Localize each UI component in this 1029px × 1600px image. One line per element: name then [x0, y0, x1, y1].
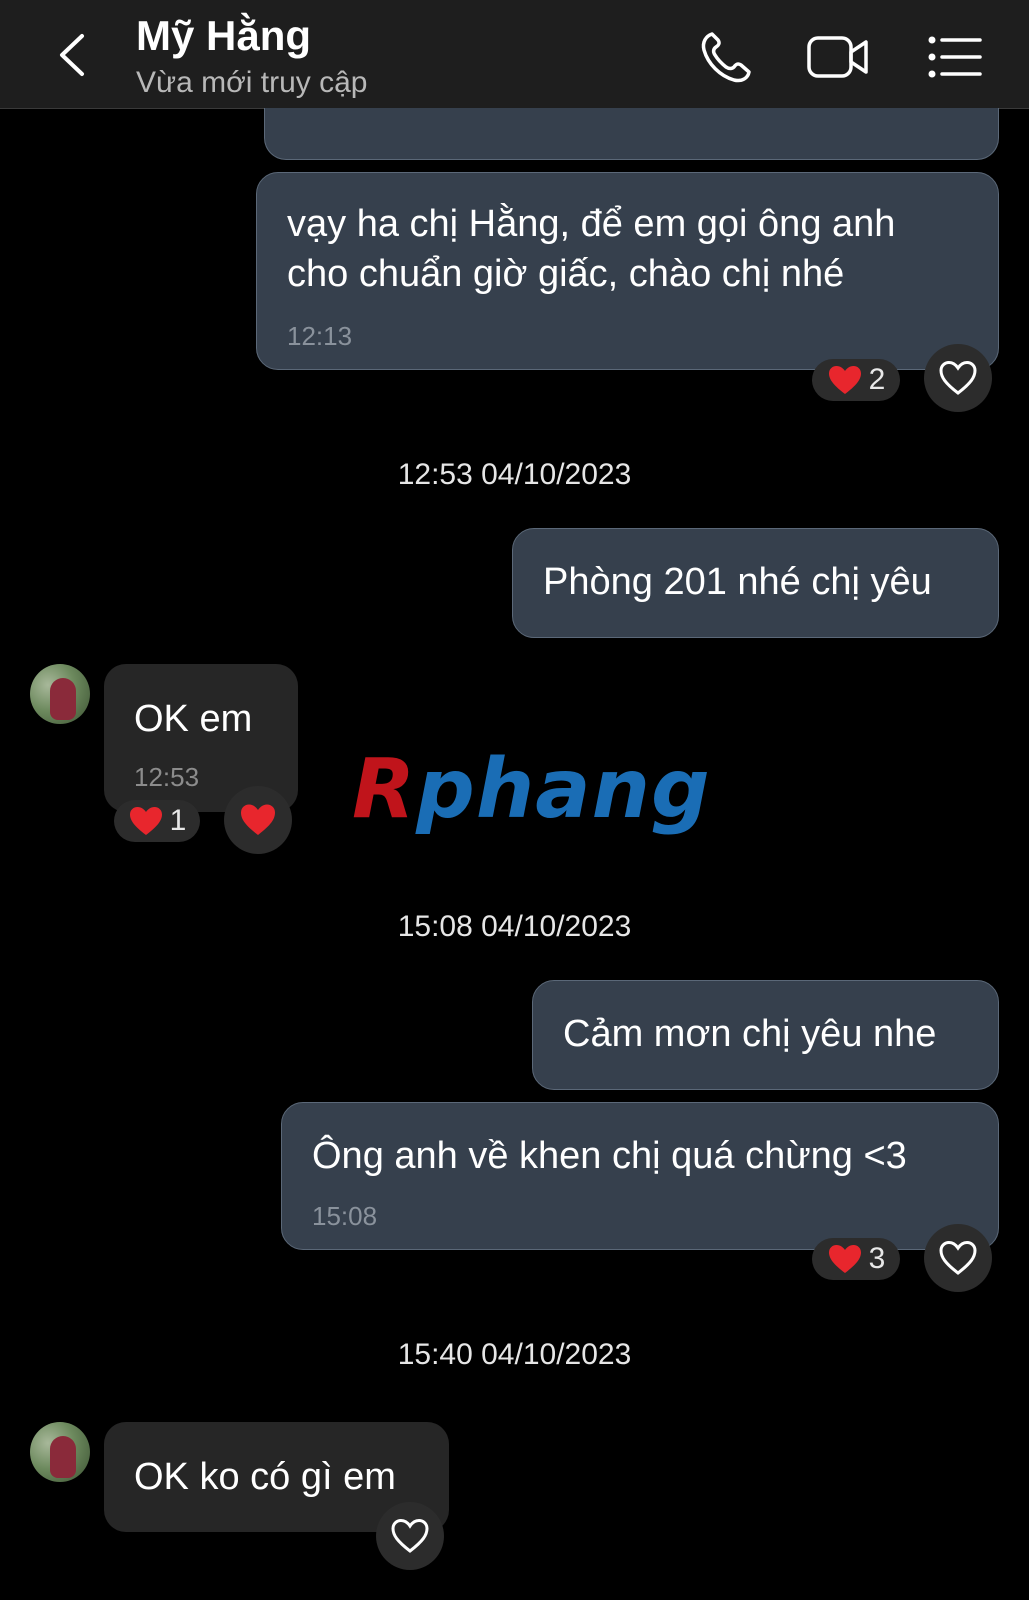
back-arrow-icon[interactable] [52, 30, 92, 80]
heart-icon [828, 1245, 861, 1273]
heart-icon [129, 807, 162, 835]
menu-list-icon[interactable] [926, 26, 984, 88]
message-bubble-outgoing[interactable]: Ông anh về khen chị quá chừng <3 15:08 [281, 1102, 999, 1250]
video-call-icon[interactable] [806, 26, 870, 88]
contact-name[interactable]: Mỹ Hằng [136, 12, 311, 60]
watermark-logo: Rphang [352, 742, 711, 837]
chat-header: Mỹ Hằng Vừa mới truy cập [0, 0, 1029, 109]
avatar[interactable] [30, 664, 90, 724]
add-reaction-button[interactable] [924, 344, 992, 412]
message-text: Ông anh về khen chị quá chừng <3 [312, 1135, 907, 1177]
heart-outline-icon [939, 1240, 977, 1275]
heart-icon [828, 366, 861, 394]
message-bubble-previous[interactable] [264, 108, 999, 160]
reaction-count: 3 [868, 1242, 886, 1275]
add-reaction-button[interactable] [376, 1502, 444, 1570]
phone-call-icon[interactable] [694, 26, 756, 88]
message-text: OK em [134, 698, 253, 740]
contact-status: Vừa mới truy cập [136, 66, 368, 99]
date-separator: 15:40 04/10/2023 [397, 1338, 632, 1371]
message-text: Cảm mơn chị yêu nhe [563, 1013, 937, 1055]
message-time: 12:53 [134, 762, 200, 792]
date-separator: 15:08 04/10/2023 [397, 910, 632, 943]
avatar[interactable] [30, 1422, 90, 1482]
reaction-count: 2 [868, 363, 886, 396]
add-reaction-button[interactable] [924, 1224, 992, 1292]
message-text: cho chuẩn giờ giấc, chào chị nhé [287, 253, 845, 295]
reaction-count-pill[interactable]: 3 [812, 1238, 900, 1280]
message-time: 15:08 [312, 1201, 378, 1231]
message-time: 12:13 [287, 321, 353, 351]
reaction-count-pill[interactable]: 1 [114, 800, 200, 842]
heart-outline-icon [939, 360, 977, 395]
reaction-count: 1 [169, 804, 187, 837]
message-text: Phòng 201 nhé chị yêu [543, 561, 932, 603]
message-text: OK ko có gì em [134, 1456, 396, 1498]
message-bubble-outgoing[interactable]: Cảm mơn chị yêu nhe [532, 980, 999, 1090]
heart-outline-icon [391, 1518, 429, 1553]
my-reaction-button[interactable] [224, 786, 292, 854]
watermark-part1: R [352, 742, 417, 837]
message-bubble-outgoing[interactable]: vạy ha chị Hằng, để em gọi ông anh cho c… [256, 172, 999, 370]
message-text: vạy ha chị Hằng, để em gọi ông anh [287, 203, 896, 245]
heart-icon [241, 804, 275, 835]
watermark-part2: phang [416, 742, 711, 837]
reaction-count-pill[interactable]: 2 [812, 359, 900, 401]
date-separator: 12:53 04/10/2023 [397, 458, 632, 491]
message-bubble-outgoing[interactable]: Phòng 201 nhé chị yêu [512, 528, 999, 638]
